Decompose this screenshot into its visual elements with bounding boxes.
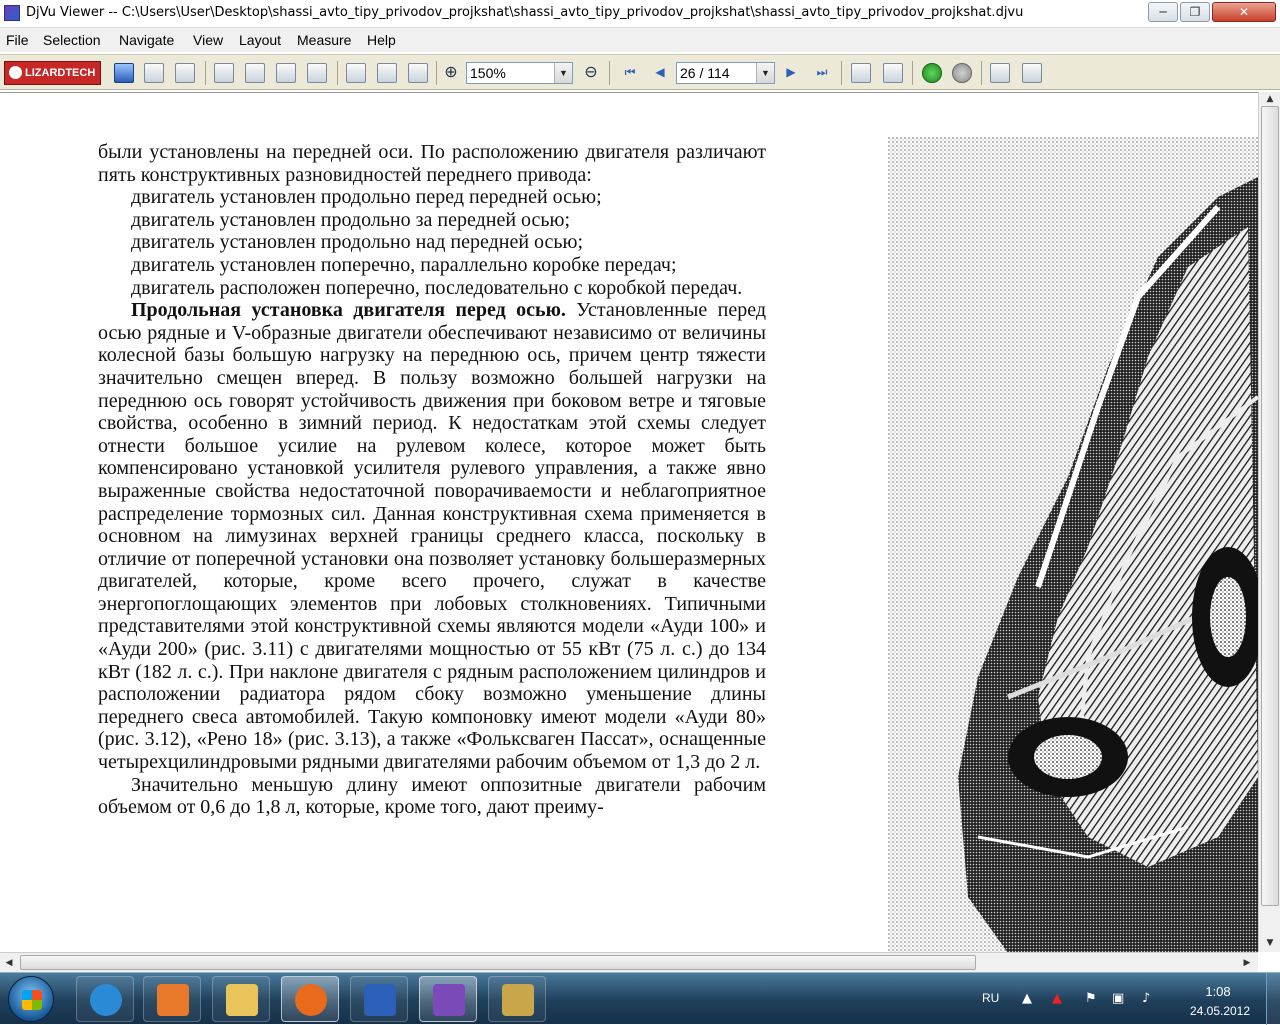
menu-measure[interactable]: Measure bbox=[297, 32, 351, 48]
chevron-down-icon[interactable]: ▼ bbox=[756, 63, 774, 83]
single-page-icon[interactable] bbox=[990, 63, 1010, 83]
last-page-icon[interactable]: ⏭ bbox=[812, 63, 832, 83]
toolbar-separator bbox=[981, 61, 982, 85]
scroll-up-icon[interactable]: ▲ bbox=[1259, 92, 1280, 106]
rotate-right-icon[interactable] bbox=[883, 63, 903, 83]
taskbar-explorer[interactable] bbox=[212, 976, 270, 1022]
close-button[interactable]: ✕ bbox=[1212, 2, 1276, 22]
text-select-icon[interactable] bbox=[245, 63, 265, 83]
keys-icon bbox=[502, 984, 534, 1016]
scroll-left-icon[interactable]: ◀ bbox=[0, 956, 18, 970]
djvu-icon bbox=[433, 984, 465, 1016]
save-icon[interactable] bbox=[114, 63, 134, 83]
next-page-icon[interactable]: ▶ bbox=[781, 63, 801, 83]
list-item: двигатель установлен продольно перед пер… bbox=[131, 186, 602, 209]
main-paragraph-text: Установленные перед осью рядные и V-обра… bbox=[98, 299, 767, 774]
toolbar-separator bbox=[337, 61, 338, 85]
taskbar-djvu[interactable] bbox=[419, 976, 477, 1022]
hand-icon[interactable] bbox=[214, 63, 234, 83]
tray-flag-icon[interactable]: ⚑ bbox=[1085, 991, 1097, 1006]
scroll-right-icon[interactable]: ▶ bbox=[1238, 956, 1256, 970]
zoom-out-icon[interactable]: ⊖ bbox=[581, 63, 601, 83]
toolbar-separator bbox=[609, 61, 610, 85]
toolbar-separator bbox=[436, 61, 437, 85]
page-number: 26 / 114 bbox=[680, 65, 730, 81]
find-icon[interactable] bbox=[175, 63, 195, 83]
zoom-value: 150% bbox=[470, 65, 506, 81]
menu-selection[interactable]: Selection bbox=[43, 32, 101, 48]
title-bar: DjVu Viewer -- C:\Users\User\Desktop\sha… bbox=[0, 0, 1280, 28]
tray-alert-icon[interactable]: ▲ bbox=[1052, 991, 1062, 1006]
tray-expand-icon[interactable]: ▲ bbox=[1022, 991, 1032, 1006]
list-item: двигатель расположен поперечно, последов… bbox=[131, 276, 743, 299]
print-icon[interactable] bbox=[144, 63, 164, 83]
thumbnails-icon[interactable] bbox=[1022, 63, 1042, 83]
menu-layout[interactable]: Layout bbox=[239, 32, 281, 48]
folder-icon bbox=[226, 984, 258, 1016]
horizontal-scroll-thumb[interactable] bbox=[20, 955, 976, 970]
paragraph-intro: были установлены на передней оси. По рас… bbox=[98, 141, 766, 186]
scroll-down-icon[interactable]: ▼ bbox=[1259, 936, 1280, 950]
window-title: DjVu Viewer -- C:\Users\User\Desktop\sha… bbox=[26, 5, 1024, 20]
vertical-scroll-thumb[interactable] bbox=[1261, 106, 1279, 906]
back-icon[interactable] bbox=[922, 63, 942, 83]
lizardtech-logo[interactable]: LIZARDTECH bbox=[4, 61, 101, 85]
zoom-select-icon[interactable] bbox=[276, 63, 296, 83]
volume-icon[interactable]: ♪ bbox=[1142, 991, 1150, 1006]
network-icon[interactable]: ▣ bbox=[1112, 991, 1124, 1006]
page-combo[interactable]: 26 / 114 ▼ bbox=[676, 62, 775, 84]
start-button[interactable] bbox=[8, 976, 54, 1022]
car-illustration bbox=[888, 137, 1258, 952]
show-desktop-button[interactable] bbox=[1266, 973, 1280, 1025]
zoom-in-icon[interactable]: ⊕ bbox=[441, 63, 461, 83]
language-indicator[interactable]: RU bbox=[982, 991, 999, 1005]
clock-time[interactable]: 1:08 bbox=[1196, 984, 1240, 999]
toolbar-separator bbox=[912, 61, 913, 85]
toolbar: LIZARDTECH ⊕ 150% ▼ ⊖ ⏮ ◀ 26 / 114 ▼ ▶ ⏭ bbox=[0, 54, 1280, 90]
menu-bar: File Selection Navigate View Layout Meas… bbox=[0, 28, 1280, 52]
menu-navigate[interactable]: Navigate bbox=[119, 32, 174, 48]
chevron-down-icon[interactable]: ▼ bbox=[554, 63, 572, 83]
paragraph-last: Значительно меньшую длину имеют оппозитн… bbox=[98, 773, 766, 819]
taskbar: RU ▲ ▲ ⚑ ▣ ♪ 1:08 24.05.2012 bbox=[0, 972, 1280, 1025]
zoom-combo[interactable]: 150% ▼ bbox=[466, 62, 573, 84]
horizontal-scrollbar[interactable]: ◀ ▶ bbox=[0, 952, 1258, 972]
taskbar-firefox[interactable] bbox=[281, 976, 339, 1022]
taskbar-media-player[interactable] bbox=[143, 976, 201, 1022]
fit-page-icon[interactable] bbox=[377, 63, 397, 83]
list-item: двигатель установлен поперечно, параллел… bbox=[131, 253, 677, 276]
menu-view[interactable]: View bbox=[193, 32, 223, 48]
djvu-app-icon[interactable] bbox=[4, 5, 20, 21]
page-icon[interactable] bbox=[346, 63, 366, 83]
firefox-icon bbox=[295, 984, 327, 1016]
vertical-scrollbar[interactable]: ▲ ▼ bbox=[1258, 92, 1280, 952]
ruler-icon[interactable] bbox=[307, 63, 327, 83]
list-item: двигатель установлен продольно над перед… bbox=[131, 231, 584, 254]
prev-page-icon[interactable]: ◀ bbox=[650, 63, 670, 83]
menu-file[interactable]: File bbox=[6, 32, 29, 48]
rotate-left-icon[interactable] bbox=[851, 63, 871, 83]
word-icon bbox=[364, 984, 396, 1016]
minimize-button[interactable]: ─ bbox=[1148, 2, 1178, 22]
taskbar-ie[interactable] bbox=[76, 976, 134, 1022]
paragraph-main: Продольная установка двигателя перед ось… bbox=[98, 299, 766, 773]
taskbar-keys[interactable] bbox=[488, 976, 546, 1022]
maximize-button[interactable]: ❐ bbox=[1180, 2, 1210, 22]
document-view[interactable]: были установлены на передней оси. По рас… bbox=[0, 92, 1258, 952]
ie-icon bbox=[90, 984, 122, 1016]
taskbar-word[interactable] bbox=[350, 976, 408, 1022]
toolbar-separator bbox=[205, 61, 206, 85]
forward-icon[interactable] bbox=[952, 63, 972, 83]
fit-width-icon[interactable] bbox=[408, 63, 428, 83]
clock-date[interactable]: 24.05.2012 bbox=[1180, 1004, 1260, 1018]
media-player-icon bbox=[157, 984, 189, 1016]
toolbar-separator bbox=[841, 61, 842, 85]
menu-help[interactable]: Help bbox=[367, 32, 396, 48]
bold-heading: Продольная установка двигателя перед ось… bbox=[131, 299, 566, 322]
first-page-icon[interactable]: ⏮ bbox=[620, 63, 640, 83]
list-item: двигатель установлен продольно за передн… bbox=[131, 208, 571, 231]
page-text: были установлены на передней оси. По рас… bbox=[98, 141, 766, 819]
